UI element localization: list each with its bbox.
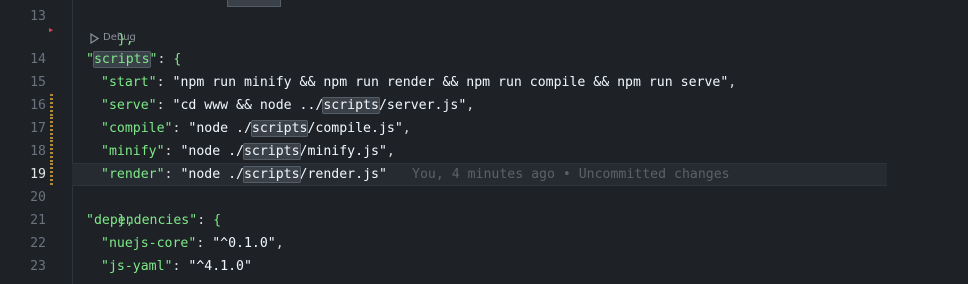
line-number-active: 19 <box>30 167 46 182</box>
code-line-15: "start": "npm run minify && npm run rend… <box>101 75 737 90</box>
code-line-18: "minify": "node ./scripts/minify.js", <box>101 143 395 160</box>
code-value: "npm run minify && npm run render && npm… <box>172 75 729 90</box>
code-key: dependencies <box>93 213 190 228</box>
code-value: /server.js" <box>378 98 467 113</box>
code-value: "^4.1.0" <box>188 259 252 274</box>
line-number: 22 <box>30 236 46 251</box>
search-match: scripts <box>322 97 380 114</box>
code-line-22: "nuejs-core": "^0.1.0", <box>101 236 284 251</box>
indent-guide <box>72 0 73 284</box>
code-line-17: "compile": "node ./scripts/compile.js", <box>101 120 411 137</box>
code-line-14: "scripts": { <box>86 51 182 68</box>
search-match: scripts <box>242 143 301 160</box>
code-value: "node ./ <box>180 144 244 159</box>
line-number: 17 <box>30 121 46 136</box>
code-line-21: "dependencies": { <box>86 213 222 228</box>
git-modified-marker[interactable] <box>50 140 53 163</box>
code-line-16: "serve": "cd www && node ../scripts/serv… <box>101 97 475 114</box>
line-number: 21 <box>30 213 46 228</box>
code-key: nuejs-core <box>108 236 189 251</box>
code-value: "node ./ <box>180 167 244 182</box>
line-number: 13 <box>30 9 46 24</box>
search-match: scripts <box>242 166 301 183</box>
selection-highlight <box>227 0 281 7</box>
line-number: 14 <box>30 52 46 67</box>
code-value: /minify.js" <box>299 144 387 159</box>
line-number: 20 <box>30 190 46 205</box>
line-number: 18 <box>30 144 46 159</box>
git-modified-marker[interactable] <box>50 94 53 117</box>
code-key: render <box>108 167 157 182</box>
code-line-23: "js-yaml": "^4.1.0" <box>101 259 252 274</box>
code-value: "^0.1.0" <box>212 236 276 251</box>
code-line-19: "render": "node ./scripts/render.js" <box>101 166 387 183</box>
git-blame-annotation: You, 4 minutes ago • Uncommitted changes <box>412 167 730 182</box>
code-key: minify <box>108 144 157 159</box>
code-key: serve <box>108 98 149 113</box>
code-line-13: }, <box>86 5 134 47</box>
line-number: 15 <box>30 75 46 90</box>
code-value: "cd www && node ../ <box>172 98 324 113</box>
code-value: /render.js" <box>299 167 387 182</box>
code-line-20: }, <box>86 186 134 228</box>
code-key: compile <box>108 121 165 136</box>
code-token: }, <box>117 32 134 47</box>
code-value: "node ./ <box>188 121 252 136</box>
search-match: scripts <box>250 120 309 137</box>
code-key-scripts: scripts <box>92 51 151 68</box>
line-number: 23 <box>30 259 46 274</box>
code-key: start <box>108 75 149 90</box>
code-key: js-yaml <box>108 259 165 274</box>
code-editor[interactable]: ▶ 13 14 15 16 17 18 19 20 21 22 23 Debug… <box>0 0 968 284</box>
deleted-line-marker-icon[interactable]: ▶ <box>49 26 53 34</box>
line-number: 16 <box>30 98 46 113</box>
git-modified-marker[interactable] <box>50 163 53 186</box>
git-modified-marker[interactable] <box>50 117 53 140</box>
code-value: /compile.js" <box>307 121 403 136</box>
